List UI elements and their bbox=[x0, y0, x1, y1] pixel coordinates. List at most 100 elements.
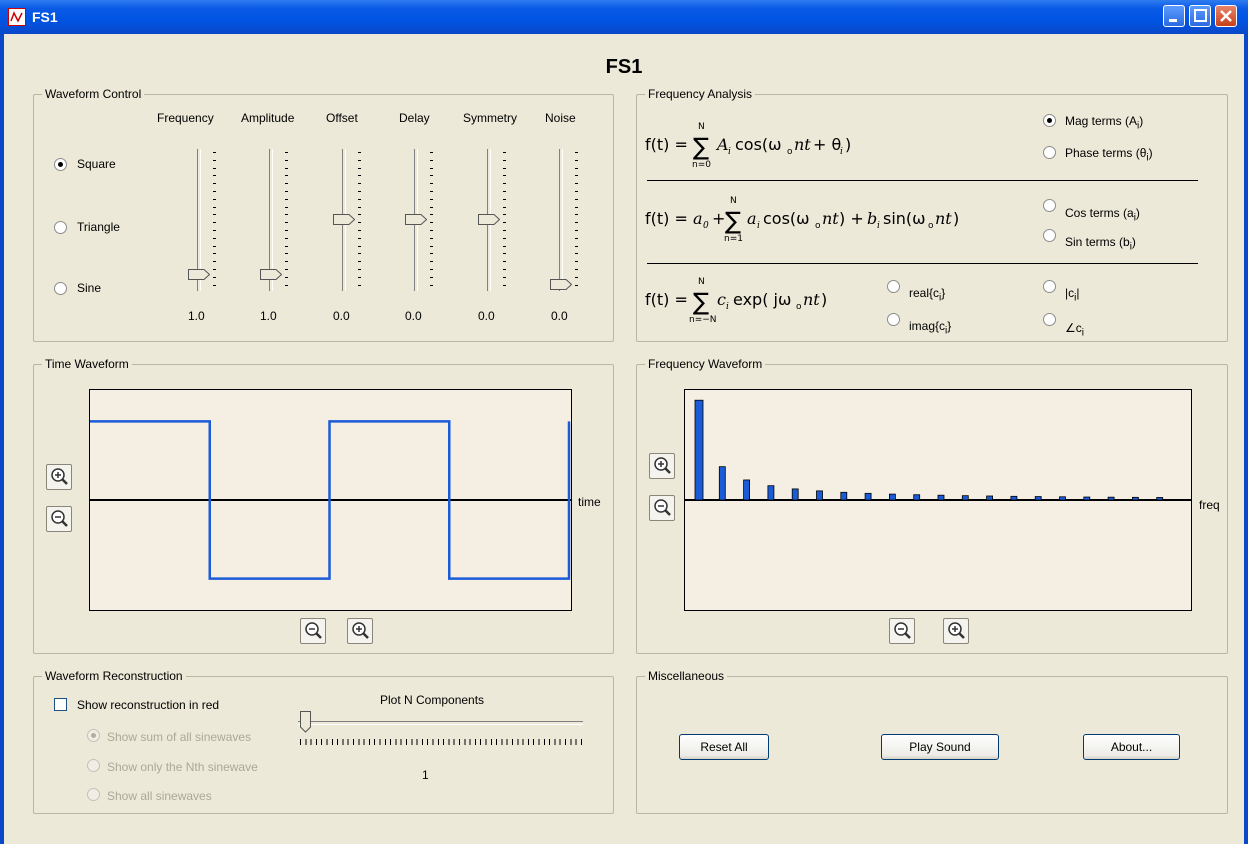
zoom-out-vertical-button[interactable] bbox=[46, 506, 72, 532]
freq-bar bbox=[913, 494, 921, 501]
abs-label: |ci| bbox=[1065, 286, 1080, 304]
svg-text:a: a bbox=[747, 209, 757, 228]
plot-n-slider-thumb[interactable] bbox=[300, 711, 311, 733]
frequency-slider-tick bbox=[213, 214, 216, 216]
symmetry-slider-tick bbox=[503, 245, 506, 247]
svg-text:cos(ω: cos(ω bbox=[735, 135, 782, 154]
mag-terms-label: Mag terms (Ai) bbox=[1065, 114, 1144, 132]
zoom-out-horizontal-button[interactable] bbox=[300, 618, 326, 644]
zoom-out-vertical-button[interactable] bbox=[649, 495, 675, 521]
delay-slider-tick bbox=[430, 230, 433, 231]
close-button[interactable] bbox=[1215, 5, 1237, 27]
maximize-button[interactable] bbox=[1189, 5, 1211, 27]
delay-slider-tick bbox=[430, 191, 433, 192]
svg-text:n=1: n=1 bbox=[724, 234, 743, 244]
delay-slider-thumb[interactable] bbox=[405, 214, 428, 225]
show-reconstruction-checkbox[interactable] bbox=[54, 698, 67, 711]
offset-slider-tick bbox=[358, 284, 361, 286]
svg-text:N: N bbox=[698, 122, 705, 132]
minimize-button[interactable] bbox=[1163, 5, 1185, 27]
offset-slider-tick bbox=[358, 191, 361, 192]
show-sum-radio[interactable] bbox=[87, 729, 100, 742]
delay-slider-tick bbox=[430, 253, 433, 255]
symmetry-slider-tick bbox=[503, 175, 506, 177]
zoom-in-horizontal-button[interactable] bbox=[943, 618, 969, 644]
show-all-label: Show all sinewaves bbox=[107, 789, 212, 803]
amplitude-slider-thumb[interactable] bbox=[260, 268, 283, 280]
group-legend: Miscellaneous bbox=[645, 669, 728, 683]
group-legend: Frequency Waveform bbox=[645, 357, 766, 371]
real-radio[interactable] bbox=[887, 280, 900, 293]
noise-slider-tick bbox=[575, 237, 578, 239]
reset-all-button[interactable]: Reset All bbox=[679, 734, 769, 760]
angle-radio[interactable] bbox=[1043, 313, 1056, 326]
offset-slider-tick bbox=[358, 269, 361, 270]
amplitude-label: Amplitude bbox=[241, 111, 295, 125]
show-all-radio[interactable] bbox=[87, 788, 100, 801]
window-title: FS1 bbox=[32, 9, 58, 25]
noise-slider-tick bbox=[575, 191, 578, 192]
show-sum-label: Show sum of all sinewaves bbox=[107, 730, 252, 744]
abs-radio[interactable] bbox=[1043, 280, 1056, 293]
svg-text:o: o bbox=[815, 221, 821, 231]
svg-text:cos(ω: cos(ω bbox=[763, 209, 810, 228]
svg-text:0: 0 bbox=[703, 221, 709, 231]
time-plot[interactable] bbox=[89, 389, 572, 611]
symmetry-slider-tick bbox=[503, 159, 506, 161]
mag-terms-radio[interactable] bbox=[1043, 114, 1056, 127]
offset-slider-tick bbox=[358, 159, 361, 161]
equation-cos-sin: f(t) = a 0 + ∑ N n=1 a i cos(ω o nt ) + … bbox=[645, 191, 1015, 253]
symmetry-slider-tick bbox=[503, 261, 506, 263]
square-radio[interactable] bbox=[54, 158, 67, 171]
offset-slider-tick bbox=[358, 276, 361, 278]
svg-text:+: + bbox=[712, 209, 725, 228]
symmetry-slider-thumb[interactable] bbox=[478, 214, 501, 225]
angle-label: ∠ci bbox=[1065, 321, 1084, 339]
symmetry-slider-tick bbox=[503, 183, 506, 185]
sin-terms-radio[interactable] bbox=[1043, 229, 1056, 242]
frequency-label: Frequency bbox=[157, 111, 214, 125]
zoom-in-vertical-button[interactable] bbox=[649, 453, 675, 479]
cos-terms-radio[interactable] bbox=[1043, 199, 1056, 212]
triangle-radio[interactable] bbox=[54, 221, 67, 234]
play-sound-button[interactable]: Play Sound bbox=[881, 734, 999, 760]
zoom-in-vertical-button[interactable] bbox=[46, 464, 72, 490]
amplitude-slider-tick bbox=[285, 261, 288, 263]
svg-text:nt: nt bbox=[803, 290, 820, 309]
group-legend: Waveform Reconstruction bbox=[42, 669, 186, 683]
offset-slider-thumb[interactable] bbox=[333, 214, 356, 225]
offset-slider-tick bbox=[358, 230, 361, 231]
svg-text:o: o bbox=[928, 221, 934, 231]
zoom-out-icon bbox=[305, 622, 322, 639]
freq-bar bbox=[816, 490, 823, 501]
square-label: Square bbox=[77, 157, 116, 171]
zoom-in-horizontal-button[interactable] bbox=[347, 618, 373, 644]
frequency-slider-tick bbox=[213, 198, 216, 200]
noise-slider-thumb[interactable] bbox=[550, 279, 573, 290]
imag-radio[interactable] bbox=[887, 313, 900, 326]
symmetry-value: 0.0 bbox=[478, 309, 495, 323]
offset-slider-tick bbox=[358, 253, 361, 255]
zoom-out-icon bbox=[51, 510, 68, 527]
n-value: 1 bbox=[422, 768, 429, 782]
noise-slider-track bbox=[559, 149, 563, 291]
frequency-plot[interactable] bbox=[684, 389, 1192, 611]
app-icon bbox=[8, 8, 26, 26]
cos-terms-label: Cos terms (ai) bbox=[1065, 206, 1140, 224]
zoom-out-horizontal-button[interactable] bbox=[889, 618, 915, 644]
sine-radio[interactable] bbox=[54, 282, 67, 295]
symmetry-slider-tick bbox=[503, 222, 506, 224]
show-nth-radio[interactable] bbox=[87, 759, 100, 772]
frequency-slider-tick bbox=[213, 237, 216, 239]
frequency-slider-tick bbox=[213, 261, 216, 263]
delay-slider-tick bbox=[430, 167, 433, 169]
about-button[interactable]: About... bbox=[1083, 734, 1180, 760]
symmetry-slider-tick bbox=[503, 230, 506, 231]
frequency-slider-thumb[interactable] bbox=[188, 268, 211, 280]
offset-value: 0.0 bbox=[333, 309, 350, 323]
amplitude-slider-tick bbox=[285, 183, 288, 185]
amplitude-slider-tick bbox=[285, 284, 288, 286]
frequency-slider-tick bbox=[213, 245, 216, 247]
phase-terms-radio[interactable] bbox=[1043, 146, 1056, 159]
svg-text:c: c bbox=[717, 290, 726, 309]
